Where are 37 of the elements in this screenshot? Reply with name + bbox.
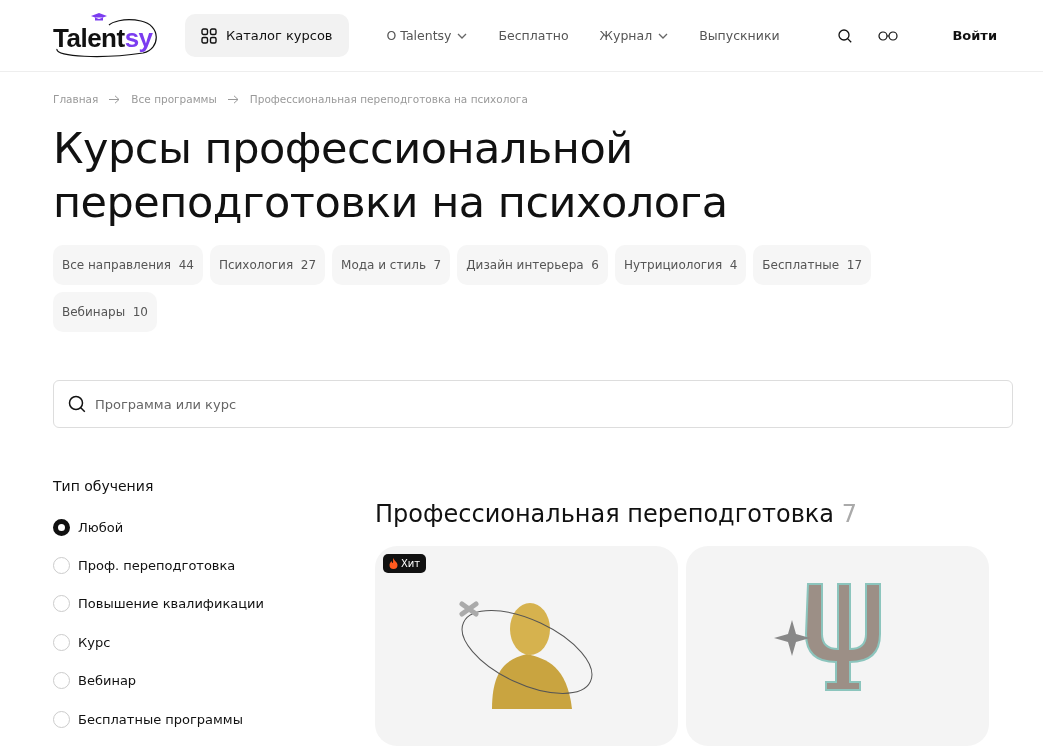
- radio-label[interactable]: Проф. переподготовка: [78, 558, 236, 574]
- nav-link[interactable]: О Talentsy: [386, 28, 468, 43]
- filter-title: Тип обучения: [53, 478, 155, 494]
- chevron-down-icon: [658, 32, 669, 39]
- nav-link[interactable]: Выпускники: [699, 28, 780, 43]
- talentsy-logo[interactable]: Talentsy: [53, 13, 163, 58]
- course-card[interactable]: Хит: [375, 546, 678, 746]
- hit-badge: Хит: [383, 554, 427, 573]
- page-title: Курсы профессиональной переподготовки на психолога: [53, 122, 729, 229]
- category-chip[interactable]: Дизайн интерьера 6: [457, 245, 608, 285]
- category-chip[interactable]: Мода и стиль 7: [332, 245, 451, 285]
- category-chip[interactable]: Нутрициология 4: [614, 245, 747, 285]
- arrow-right-icon: [227, 94, 239, 104]
- radio-label[interactable]: Повышение квалификации: [78, 596, 264, 612]
- result-count: 7: [841, 500, 857, 528]
- search-icon[interactable]: [837, 28, 852, 43]
- radio-label[interactable]: Курс: [78, 634, 111, 650]
- section-title: Профессиональная переподготовка: [375, 500, 834, 528]
- radio-label[interactable]: Бесплатные программы: [78, 711, 243, 727]
- radio-label[interactable]: Вебинар: [78, 673, 137, 689]
- chevron-down-icon: [457, 32, 468, 39]
- fire-icon: [389, 558, 398, 569]
- category-chip[interactable]: Все направления 44: [53, 245, 203, 285]
- course-card[interactable]: [686, 546, 989, 746]
- glasses-icon[interactable]: [877, 30, 898, 41]
- search-field[interactable]: Программа или курс: [53, 380, 1013, 428]
- nav-link[interactable]: Бесплатно: [498, 28, 569, 43]
- category-chip[interactable]: Психология 27: [209, 245, 326, 285]
- category-chip[interactable]: Вебинары 10: [53, 292, 157, 332]
- category-chip[interactable]: Бесплатные 17: [753, 245, 872, 285]
- radio-button[interactable]: [53, 518, 70, 536]
- nav-link[interactable]: Журнал: [599, 28, 669, 43]
- grid-icon: [201, 27, 217, 44]
- login-link[interactable]: Войти: [952, 28, 997, 43]
- arrow-right-icon: [109, 94, 121, 104]
- radio-label[interactable]: Любой: [78, 519, 124, 535]
- catalog-button[interactable]: Каталог курсов: [185, 14, 349, 57]
